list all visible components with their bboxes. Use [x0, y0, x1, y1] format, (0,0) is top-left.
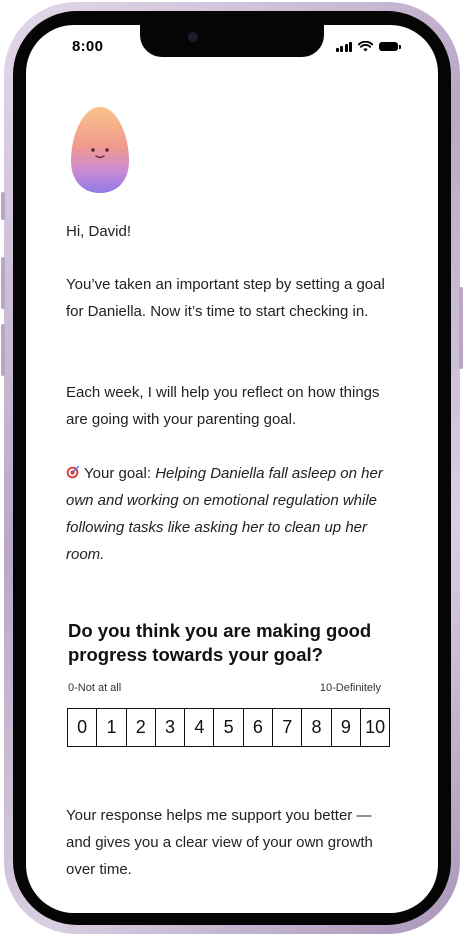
- intro-text: You’ve taken an important step by settin…: [66, 276, 385, 320]
- status-time: 8:00: [72, 38, 104, 55]
- rating-option-9[interactable]: 9: [332, 709, 361, 746]
- egg-mascot-icon: [71, 107, 129, 193]
- wifi-icon: [358, 41, 373, 52]
- rating-option-10[interactable]: 10: [361, 709, 389, 746]
- progress-rating-scale: 0 1 2 3 4 5 6 7 8 9 10: [67, 708, 391, 747]
- scale-min-label: 0-Not at all: [68, 682, 122, 694]
- battery-icon: [379, 42, 401, 51]
- notch: [140, 25, 324, 57]
- footer-text: Your response helps me support you bette…: [66, 807, 373, 878]
- rating-option-5[interactable]: 5: [214, 709, 244, 746]
- rating-option-0[interactable]: 0: [68, 709, 98, 746]
- rating-option-6[interactable]: 6: [244, 709, 274, 746]
- silent-switch: [1, 192, 5, 220]
- volume-up-button: [1, 257, 5, 309]
- power-button: [459, 287, 463, 369]
- rating-option-3[interactable]: 3: [156, 709, 186, 746]
- rating-option-2[interactable]: 2: [127, 709, 156, 746]
- volume-down-button: [1, 324, 5, 376]
- target-dart-icon: [66, 465, 80, 479]
- rating-option-1[interactable]: 1: [97, 709, 127, 746]
- greeting-text: Hi, David!: [66, 223, 132, 240]
- camera-icon: [188, 32, 198, 42]
- goal-label: Your goal:: [84, 465, 152, 482]
- progress-question: Do you think you are making good progres…: [68, 620, 372, 665]
- scale-labels: 0-Not at all 10-Definitely: [68, 682, 381, 694]
- weekly-text: Each week, I will help you reflect on ho…: [66, 384, 380, 428]
- rating-option-7[interactable]: 7: [273, 709, 303, 746]
- scale-max-label: 10-Definitely: [319, 682, 381, 694]
- status-icons: [335, 41, 401, 52]
- cellular-signal-icon: [335, 41, 352, 52]
- goal-paragraph: Your goal: Helping Daniella fall asleep …: [66, 460, 396, 568]
- screen: 8:00 Hi, David! You’ve taken an importan…: [26, 25, 438, 913]
- rating-option-8[interactable]: 8: [302, 709, 332, 746]
- rating-option-4[interactable]: 4: [185, 709, 215, 746]
